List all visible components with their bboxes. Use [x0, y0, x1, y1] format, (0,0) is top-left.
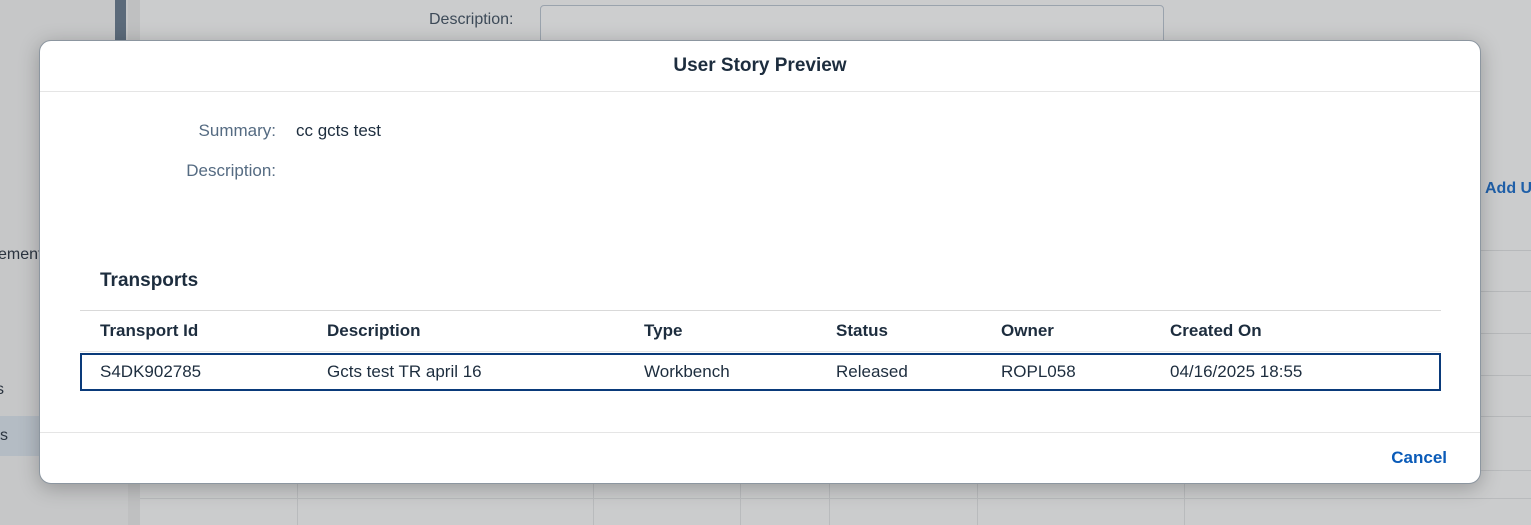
- background-table-line: [140, 498, 1531, 499]
- column-header-description: Description: [327, 321, 421, 340]
- column-header-owner: Owner: [1001, 321, 1054, 340]
- dialog-title: User Story Preview: [673, 55, 847, 76]
- nav-scrollbar: [115, 0, 126, 44]
- column-header-transport-id: Transport Id: [100, 321, 199, 340]
- column-header-type: Type: [644, 321, 683, 340]
- dialog-footer: Cancel: [40, 432, 1480, 483]
- column-header-created-on: Created On: [1170, 321, 1262, 340]
- column-header-status: Status: [836, 321, 888, 340]
- cell-description: Gcts test TR april 16: [327, 362, 482, 381]
- background-row-line: [1480, 250, 1531, 251]
- user-story-preview-dialog: User Story Preview Summary: cc gcts test…: [39, 40, 1481, 484]
- background-description-field: [540, 5, 1164, 45]
- summary-row: Summary: cc gcts test: [40, 121, 382, 141]
- transports-title: Transports: [100, 270, 199, 291]
- cell-owner: ROPL058: [1001, 362, 1076, 381]
- background-row-line: [1480, 416, 1531, 417]
- background-row-line: [1480, 375, 1531, 376]
- table-header: Transport Id Description Type Status Own…: [80, 310, 1441, 352]
- description-row: Description:: [40, 161, 296, 181]
- summary-value: cc gcts test: [296, 121, 382, 140]
- description-label: Description:: [186, 161, 276, 180]
- nav-item-label: s: [0, 427, 8, 444]
- nav-item: ement: [0, 246, 43, 263]
- cancel-button[interactable]: Cancel: [1391, 448, 1447, 468]
- background-row-line: [1480, 291, 1531, 292]
- summary-label: Summary:: [198, 121, 276, 140]
- background-add-link: Add U: [1485, 180, 1531, 197]
- cell-status: Released: [836, 362, 908, 381]
- background-row-line: [1480, 333, 1531, 334]
- background-description-label: Description:: [429, 11, 514, 28]
- transports-table: Transport Id Description Type Status Own…: [80, 310, 1441, 391]
- table-row[interactable]: S4DK902785 Gcts test TR april 16 Workben…: [80, 353, 1441, 391]
- nav-item: s: [0, 381, 4, 398]
- cell-type: Workbench: [644, 362, 730, 381]
- cell-transport-id: S4DK902785: [100, 362, 202, 381]
- cell-created-on: 04/16/2025 18:55: [1170, 362, 1303, 381]
- dialog-header: User Story Preview: [40, 41, 1480, 92]
